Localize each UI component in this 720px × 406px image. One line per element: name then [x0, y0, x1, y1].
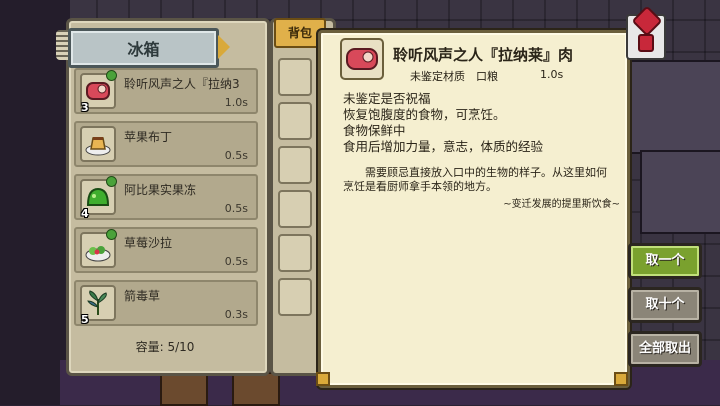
item-time: 1.0s: [224, 96, 248, 109]
item-time: 0.5s: [224, 255, 248, 268]
list-item[interactable]: 5 箭毒草 0.3s: [74, 280, 258, 326]
detail-category: 未鉴定材质: [410, 70, 465, 83]
item-name: 草莓沙拉: [124, 236, 173, 250]
take-all-label: 全部取出: [638, 341, 691, 356]
item-name: 阿比果实果冻: [124, 183, 197, 197]
background-stone-block: [620, 60, 720, 154]
take-one-label: 取一个: [645, 253, 685, 268]
list-item[interactable]: 草莓沙拉 0.5s: [74, 227, 258, 273]
fresh-indicator-icon: [106, 176, 117, 187]
detail-description: 需要顾忌直接放入口中的生物的样子。从这里如何烹饪是看厨师拿手本领的地方。: [343, 166, 607, 193]
detail-effects: 未鉴定是否祝福 恢复饱腹度的食物，可烹饪。 食物保鲜中 食用后增加力量，意志，体…: [343, 91, 543, 155]
take-ten-button[interactable]: 取十个: [628, 287, 702, 323]
item-name: 箭毒草: [124, 289, 161, 303]
detail-type: 口粮: [476, 70, 498, 83]
item-time: 0.5s: [224, 202, 248, 215]
item-time: 0.5s: [224, 149, 248, 162]
effect-line: 食物保鲜中: [343, 123, 406, 138]
item-name: 苹果布丁: [124, 130, 173, 144]
pudding-icon: [80, 126, 116, 162]
fridge-title: 冰箱: [127, 40, 160, 59]
fresh-indicator-icon: [106, 229, 117, 240]
background-crate: [232, 372, 280, 406]
take-ten-label: 取十个: [645, 297, 685, 312]
background-crate: [160, 372, 208, 406]
item-name: 聆听风声之人『拉纳3: [124, 77, 240, 91]
list-item[interactable]: 3 聆听风声之人『拉纳3 1.0s: [74, 68, 258, 114]
item-time: 0.3s: [224, 308, 248, 321]
close-icon[interactable]: [626, 14, 666, 60]
backpack-slot[interactable]: [278, 278, 312, 316]
backpack-slot[interactable]: [278, 190, 312, 228]
meat-icon: [340, 38, 384, 80]
backpack-slot[interactable]: [278, 234, 312, 272]
detail-item-name: 聆听风声之人『拉纳莱』肉: [393, 46, 574, 64]
item-count: 3: [81, 101, 89, 114]
background-wall: [0, 0, 70, 405]
effect-line: 食用后增加力量，意志，体质的经验: [343, 139, 544, 154]
corner-ornament: [316, 372, 330, 386]
fridge-title-banner: 冰箱: [68, 28, 230, 68]
corner-ornament: [614, 372, 628, 386]
take-one-button[interactable]: 取一个: [628, 243, 702, 279]
effect-line: 未鉴定是否祝福: [343, 91, 431, 106]
item-count: 5: [81, 313, 89, 326]
backpack-slot[interactable]: [278, 146, 312, 184]
fridge-item-list: 3 聆听风声之人『拉纳3 1.0s 苹果布丁 0.5s 4 阿比果实果冻 0.5…: [74, 68, 258, 333]
background-stone-block: [640, 150, 720, 234]
fresh-indicator-icon: [106, 70, 117, 81]
take-all-button[interactable]: 全部取出: [628, 331, 702, 367]
capacity-label: 容量: 5/10: [135, 340, 195, 354]
backpack-slot[interactable]: [278, 102, 312, 140]
backpack-slot[interactable]: [278, 58, 312, 96]
effect-line: 恢复饱腹度的食物，可烹饪。: [343, 107, 506, 122]
detail-time: 1.0s: [540, 68, 564, 81]
detail-source: ~变迁发展的提里斯饮食~: [503, 199, 620, 210]
list-item[interactable]: 苹果布丁 0.5s: [74, 121, 258, 167]
list-item[interactable]: 4 阿比果实果冻 0.5s: [74, 174, 258, 220]
item-count: 4: [81, 207, 89, 220]
